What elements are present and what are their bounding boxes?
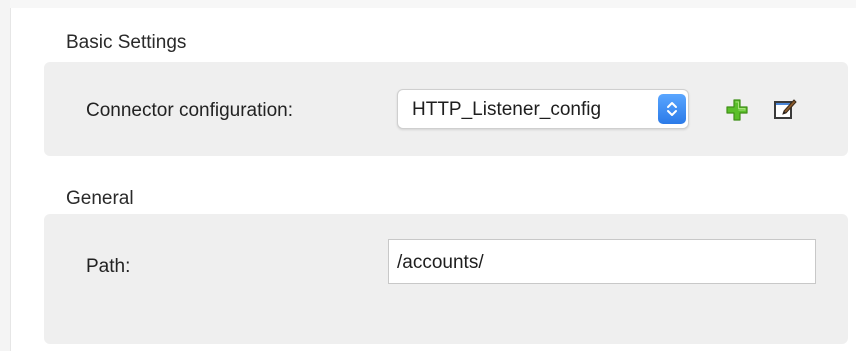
edit-pencil-icon	[772, 96, 798, 127]
edit-configuration-button[interactable]	[772, 98, 798, 124]
connector-configuration-value: HTTP_Listener_config	[412, 99, 602, 120]
connector-configuration-select[interactable]: HTTP_Listener_config	[397, 89, 689, 129]
path-label: Path:	[86, 256, 131, 277]
path-input-value: /accounts/	[397, 252, 484, 273]
add-configuration-button[interactable]	[724, 98, 750, 127]
up-down-chevron-icon[interactable]	[658, 94, 686, 124]
general-section-title: General	[66, 188, 134, 209]
window-top-edge	[10, 0, 856, 8]
path-input[interactable]: /accounts/	[388, 239, 816, 284]
connector-configuration-label: Connector configuration:	[86, 100, 294, 121]
green-plus-icon	[725, 98, 749, 127]
basic-settings-title: Basic Settings	[66, 32, 187, 53]
window-left-edge	[0, 0, 11, 351]
